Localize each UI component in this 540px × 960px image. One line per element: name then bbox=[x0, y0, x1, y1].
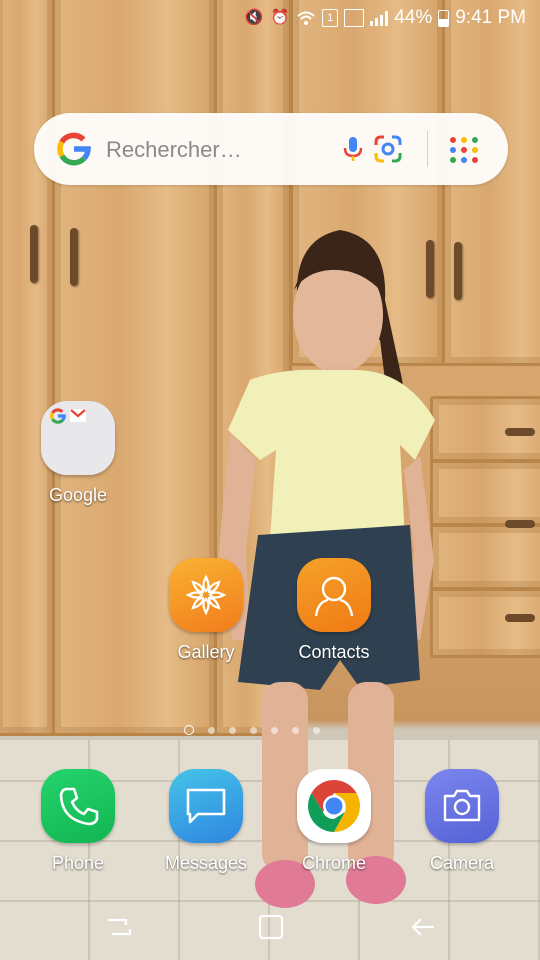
image-icon bbox=[344, 9, 365, 27]
phone-app[interactable]: Phone bbox=[23, 769, 133, 874]
phone-icon bbox=[41, 769, 115, 843]
chrome-icon bbox=[297, 769, 371, 843]
messages-app[interactable]: Messages bbox=[151, 769, 261, 874]
google-search-bar[interactable]: Rechercher… bbox=[34, 113, 508, 185]
contacts-icon bbox=[297, 558, 371, 632]
page-dot-1[interactable] bbox=[184, 725, 194, 735]
clock: 9:41 PM bbox=[455, 7, 526, 28]
battery-percent: 44% bbox=[394, 7, 433, 28]
contacts-label: Contacts bbox=[298, 642, 370, 662]
mute-icon: 🔇 bbox=[244, 9, 264, 26]
battery-icon bbox=[438, 9, 450, 27]
recents-icon[interactable] bbox=[104, 912, 134, 942]
phone-label: Phone bbox=[51, 853, 105, 873]
back-icon[interactable] bbox=[408, 912, 438, 942]
status-bar: 🔇 ⏰ 1 44% 9:41 PM bbox=[0, 0, 540, 36]
google-logo-icon bbox=[57, 132, 91, 166]
chrome-label: Chrome bbox=[301, 853, 367, 873]
chrome-app[interactable]: Chrome bbox=[279, 769, 389, 874]
contacts-app[interactable]: Contacts bbox=[279, 558, 389, 663]
gallery-app[interactable]: Gallery bbox=[151, 558, 261, 663]
signal-icon bbox=[370, 10, 389, 26]
alarm-icon: ⏰ bbox=[270, 9, 290, 26]
gallery-label: Gallery bbox=[177, 642, 235, 662]
camera-icon bbox=[425, 769, 499, 843]
page-dot-7[interactable] bbox=[313, 726, 320, 734]
folder-label: Google bbox=[48, 485, 108, 505]
navigation-bar bbox=[0, 898, 540, 960]
camera-app[interactable]: Camera bbox=[407, 769, 517, 874]
apps-grid-icon[interactable] bbox=[448, 135, 480, 165]
google-lens-icon[interactable] bbox=[372, 133, 404, 165]
messages-icon bbox=[169, 769, 243, 843]
messages-label: Messages bbox=[164, 853, 248, 873]
search-input[interactable]: Rechercher… bbox=[106, 137, 242, 163]
microphone-icon[interactable] bbox=[338, 134, 368, 164]
gallery-icon bbox=[169, 558, 243, 632]
notification-badge-icon: 1 bbox=[322, 9, 339, 27]
gmail-mini-icon bbox=[70, 409, 86, 422]
camera-label: Camera bbox=[429, 853, 495, 873]
wifi-icon bbox=[297, 11, 315, 25]
google-mini-icon bbox=[50, 408, 66, 424]
page-dot-5[interactable] bbox=[271, 726, 278, 734]
page-dot-6[interactable] bbox=[292, 726, 299, 734]
search-divider bbox=[427, 131, 428, 167]
home-icon[interactable] bbox=[256, 912, 286, 942]
page-indicator[interactable] bbox=[184, 725, 320, 735]
page-dot-2[interactable] bbox=[208, 726, 215, 734]
folder-icon bbox=[41, 401, 115, 475]
page-dot-4[interactable] bbox=[250, 726, 257, 734]
google-folder[interactable]: Google bbox=[23, 401, 133, 506]
page-dot-3[interactable] bbox=[229, 726, 236, 734]
